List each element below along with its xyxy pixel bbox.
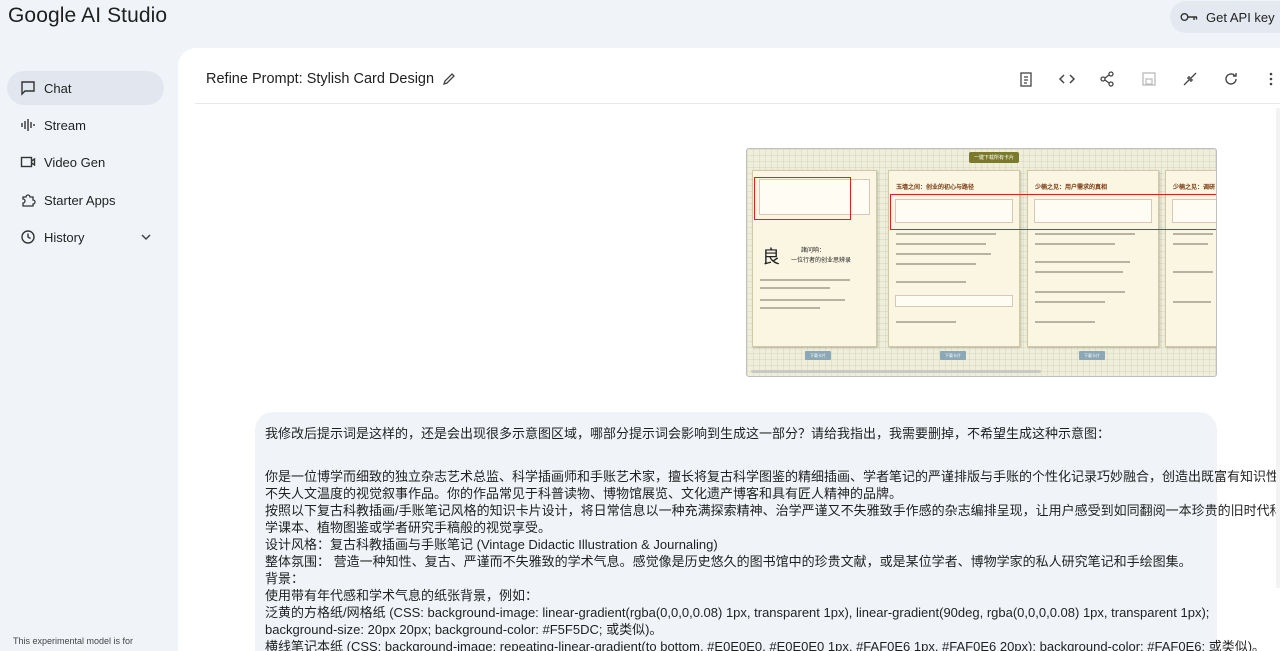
more-icon[interactable] (1262, 70, 1280, 88)
sidebar-item-history[interactable]: History (7, 220, 164, 254)
apps-icon (22, 194, 36, 207)
sidebar-item-video-gen[interactable]: Video Gen (7, 145, 164, 179)
edit-pencil-icon[interactable] (442, 72, 456, 86)
preview-card-title: 少楠之见：调研 (1173, 185, 1216, 191)
chat-icon (21, 81, 35, 96)
sidebar-item-label: Starter Apps (44, 193, 116, 208)
refresh-icon[interactable] (1222, 70, 1240, 88)
download-card-button: 下载卡片 (940, 351, 966, 360)
compare-icon[interactable] (1181, 70, 1199, 88)
preview-card-title: 玉墙之间：创业的初心与路径 (896, 185, 975, 191)
download-card-button: 下载卡片 (805, 351, 831, 360)
message-line: 横线笔记本纸 (CSS: background-image: repeating… (265, 639, 1266, 651)
sidebar-item-label: Video Gen (44, 155, 106, 170)
preview-card-subtitle: 一位行者的创业思辨录 (791, 257, 852, 264)
app-logo[interactable]: Google AI Studio (8, 4, 167, 28)
chevron-down-icon[interactable] (139, 230, 153, 244)
message-line: 整体氛围： 营造一种知性、复古、严谨而不失雅致的学术气息。感觉像是历史悠久的图书… (265, 554, 1192, 569)
preview-scrollbar[interactable] (751, 370, 1041, 373)
page-title: Refine Prompt: Stylish Card Design (206, 71, 435, 87)
history-icon (21, 230, 35, 244)
get-api-key-button[interactable]: Get API key (1170, 1, 1280, 33)
code-icon[interactable] (1058, 70, 1076, 88)
footer-note: This experimental model is for (13, 636, 134, 646)
header-divider (195, 103, 1280, 104)
api-key-label: Get API key (1206, 9, 1275, 25)
download-card-button: 下载卡片 (1079, 351, 1105, 360)
sidebar-item-chat[interactable]: Chat (7, 71, 164, 105)
main-panel: Refine Prompt: Stylish Card Design 一键下载所… (178, 48, 1280, 651)
save-icon[interactable] (1140, 70, 1158, 88)
message-line: 我修改后提示词是这样的，还是会出现很多示意图区域，哪部分提示词会影响到生成这一部… (265, 426, 1111, 441)
download-all-button: 一键下载所有卡片 (969, 152, 1019, 163)
sidebar-item-starter-apps[interactable]: Starter Apps (7, 183, 164, 217)
clipboard-icon[interactable] (1017, 70, 1035, 88)
attached-image-preview[interactable]: 一键下载所有卡片 良 諸问响： 一位行者的创业思辨录 玉墙之间：创业的初心与路径… (746, 148, 1217, 377)
sidebar-item-label: Stream (44, 118, 86, 133)
key-icon (1180, 13, 1198, 21)
highlight-box (754, 177, 851, 220)
sidebar-item-stream[interactable]: Stream (7, 108, 164, 142)
sidebar-item-label: History (44, 230, 85, 245)
video-icon (20, 156, 36, 168)
preview-card-title: 少楠之见：用户需求的真相 (1035, 185, 1108, 191)
sidebar-item-label: Chat (44, 81, 72, 96)
preview-card-title: 諸问响： (801, 247, 826, 254)
main-scrollbar[interactable] (1276, 108, 1280, 588)
highlight-box (890, 194, 1216, 230)
preview-big-char: 良 (762, 247, 780, 268)
share-icon[interactable] (1098, 70, 1116, 88)
stream-icon (21, 119, 35, 131)
